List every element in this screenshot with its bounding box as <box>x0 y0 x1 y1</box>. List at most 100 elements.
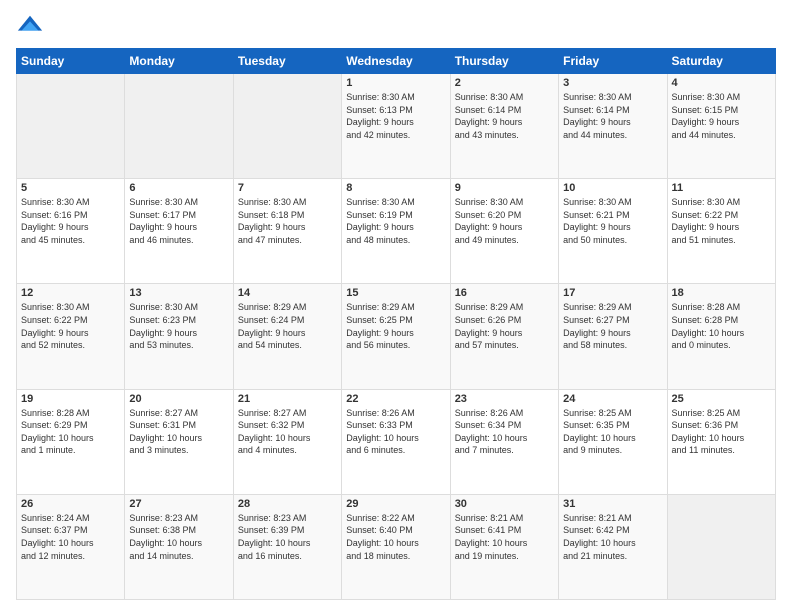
day-number: 14 <box>238 287 337 299</box>
calendar-week-4: 26Sunrise: 8:24 AM Sunset: 6:37 PM Dayli… <box>17 494 776 599</box>
calendar-week-1: 5 Sunrise: 8:30 AM Sunset: 6:16 PM Daylig… <box>17 179 776 284</box>
day-number: 7 <box>238 182 337 194</box>
day-info: Sunrise: 8:30 AM Sunset: 6:23 PM Dayligh… <box>129 301 228 351</box>
day-number: 10 <box>563 182 662 194</box>
weekday-header-row: SundayMondayTuesdayWednesdayThursdayFrid… <box>17 49 776 74</box>
day-info: Sunrise: 8:21 AM Sunset: 6:41 PM Dayligh… <box>455 512 554 562</box>
day-number: 25 <box>672 393 771 405</box>
calendar-week-3: 19 Sunrise: 8:28 AM Sunset: 6:29 PM Dayli… <box>17 389 776 494</box>
day-number: 16 <box>455 287 554 299</box>
day-number: 11 <box>672 182 771 194</box>
calendar-cell: 10 Sunrise: 8:30 AM Sunset: 6:21 PM Dayli… <box>559 179 667 284</box>
day-info: Sunrise: 8:29 AM Sunset: 6:26 PM Dayligh… <box>455 301 554 351</box>
calendar-cell: 21 Sunrise: 8:27 AM Sunset: 6:32 PM Dayli… <box>233 389 341 494</box>
page: SundayMondayTuesdayWednesdayThursdayFrid… <box>0 0 792 612</box>
day-info: Sunrise: 8:29 AM Sunset: 6:25 PM Dayligh… <box>346 301 445 351</box>
day-info: Sunrise: 8:30 AM Sunset: 6:14 PM Dayligh… <box>563 91 662 141</box>
calendar-cell: 14 Sunrise: 8:29 AM Sunset: 6:24 PM Dayli… <box>233 284 341 389</box>
calendar-cell <box>233 74 341 179</box>
day-number: 29 <box>346 498 445 510</box>
weekday-header-wednesday: Wednesday <box>342 49 450 74</box>
calendar-cell: 8 Sunrise: 8:30 AM Sunset: 6:19 PM Daylig… <box>342 179 450 284</box>
day-info: Sunrise: 8:25 AM Sunset: 6:36 PM Dayligh… <box>672 407 771 457</box>
calendar-cell: 23 Sunrise: 8:26 AM Sunset: 6:34 PM Dayli… <box>450 389 558 494</box>
day-number: 6 <box>129 182 228 194</box>
day-info: Sunrise: 8:30 AM Sunset: 6:21 PM Dayligh… <box>563 196 662 246</box>
calendar-cell: 15 Sunrise: 8:29 AM Sunset: 6:25 PM Dayli… <box>342 284 450 389</box>
day-info: Sunrise: 8:27 AM Sunset: 6:31 PM Dayligh… <box>129 407 228 457</box>
day-info: Sunrise: 8:29 AM Sunset: 6:27 PM Dayligh… <box>563 301 662 351</box>
day-number: 9 <box>455 182 554 194</box>
calendar-cell: 17 Sunrise: 8:29 AM Sunset: 6:27 PM Dayli… <box>559 284 667 389</box>
calendar-cell: 30 Sunrise: 8:21 AM Sunset: 6:41 PM Dayli… <box>450 494 558 599</box>
day-number: 24 <box>563 393 662 405</box>
calendar-cell: 28Sunrise: 8:23 AM Sunset: 6:39 PM Dayli… <box>233 494 341 599</box>
calendar-cell: 12 Sunrise: 8:30 AM Sunset: 6:22 PM Dayli… <box>17 284 125 389</box>
day-number: 23 <box>455 393 554 405</box>
day-number: 21 <box>238 393 337 405</box>
calendar-cell: 1 Sunrise: 8:30 AM Sunset: 6:13 PM Daylig… <box>342 74 450 179</box>
calendar-cell: 5 Sunrise: 8:30 AM Sunset: 6:16 PM Daylig… <box>17 179 125 284</box>
calendar-cell: 13 Sunrise: 8:30 AM Sunset: 6:23 PM Dayli… <box>125 284 233 389</box>
calendar-cell: 7 Sunrise: 8:30 AM Sunset: 6:18 PM Daylig… <box>233 179 341 284</box>
header <box>16 12 776 40</box>
day-number: 20 <box>129 393 228 405</box>
calendar-cell <box>17 74 125 179</box>
day-info: Sunrise: 8:30 AM Sunset: 6:22 PM Dayligh… <box>21 301 120 351</box>
weekday-header-friday: Friday <box>559 49 667 74</box>
calendar-cell: 19 Sunrise: 8:28 AM Sunset: 6:29 PM Dayli… <box>17 389 125 494</box>
day-info: Sunrise: 8:30 AM Sunset: 6:13 PM Dayligh… <box>346 91 445 141</box>
day-number: 15 <box>346 287 445 299</box>
day-number: 19 <box>21 393 120 405</box>
calendar-cell: 31Sunrise: 8:21 AM Sunset: 6:42 PM Dayli… <box>559 494 667 599</box>
calendar-cell: 29 Sunrise: 8:22 AM Sunset: 6:40 PM Dayli… <box>342 494 450 599</box>
calendar-cell: 9Sunrise: 8:30 AM Sunset: 6:20 PM Daylig… <box>450 179 558 284</box>
day-number: 1 <box>346 77 445 89</box>
weekday-header-monday: Monday <box>125 49 233 74</box>
calendar-cell: 6Sunrise: 8:30 AM Sunset: 6:17 PM Daylig… <box>125 179 233 284</box>
day-info: Sunrise: 8:30 AM Sunset: 6:19 PM Dayligh… <box>346 196 445 246</box>
logo <box>16 12 48 40</box>
calendar-table: SundayMondayTuesdayWednesdayThursdayFrid… <box>16 48 776 600</box>
calendar-cell: 22 Sunrise: 8:26 AM Sunset: 6:33 PM Dayli… <box>342 389 450 494</box>
day-info: Sunrise: 8:27 AM Sunset: 6:32 PM Dayligh… <box>238 407 337 457</box>
calendar-cell: 25 Sunrise: 8:25 AM Sunset: 6:36 PM Dayli… <box>667 389 775 494</box>
day-number: 8 <box>346 182 445 194</box>
day-number: 31 <box>563 498 662 510</box>
calendar-week-0: 1 Sunrise: 8:30 AM Sunset: 6:13 PM Daylig… <box>17 74 776 179</box>
day-info: Sunrise: 8:30 AM Sunset: 6:22 PM Dayligh… <box>672 196 771 246</box>
day-info: Sunrise: 8:29 AM Sunset: 6:24 PM Dayligh… <box>238 301 337 351</box>
calendar-cell: 2 Sunrise: 8:30 AM Sunset: 6:14 PM Daylig… <box>450 74 558 179</box>
day-info: Sunrise: 8:30 AM Sunset: 6:14 PM Dayligh… <box>455 91 554 141</box>
day-number: 30 <box>455 498 554 510</box>
day-info: Sunrise: 8:23 AM Sunset: 6:38 PM Dayligh… <box>129 512 228 562</box>
day-info: Sunrise: 8:30 AM Sunset: 6:18 PM Dayligh… <box>238 196 337 246</box>
day-info: Sunrise: 8:28 AM Sunset: 6:29 PM Dayligh… <box>21 407 120 457</box>
day-info: Sunrise: 8:30 AM Sunset: 6:16 PM Dayligh… <box>21 196 120 246</box>
day-info: Sunrise: 8:30 AM Sunset: 6:15 PM Dayligh… <box>672 91 771 141</box>
day-info: Sunrise: 8:26 AM Sunset: 6:34 PM Dayligh… <box>455 407 554 457</box>
weekday-header-saturday: Saturday <box>667 49 775 74</box>
day-info: Sunrise: 8:26 AM Sunset: 6:33 PM Dayligh… <box>346 407 445 457</box>
calendar-cell: 11 Sunrise: 8:30 AM Sunset: 6:22 PM Dayli… <box>667 179 775 284</box>
calendar-cell <box>125 74 233 179</box>
calendar-cell: 26Sunrise: 8:24 AM Sunset: 6:37 PM Dayli… <box>17 494 125 599</box>
calendar-cell <box>667 494 775 599</box>
day-number: 17 <box>563 287 662 299</box>
day-number: 13 <box>129 287 228 299</box>
calendar-cell: 4Sunrise: 8:30 AM Sunset: 6:15 PM Daylig… <box>667 74 775 179</box>
calendar-cell: 20 Sunrise: 8:27 AM Sunset: 6:31 PM Dayli… <box>125 389 233 494</box>
weekday-header-sunday: Sunday <box>17 49 125 74</box>
day-number: 2 <box>455 77 554 89</box>
day-number: 22 <box>346 393 445 405</box>
day-number: 27 <box>129 498 228 510</box>
day-info: Sunrise: 8:22 AM Sunset: 6:40 PM Dayligh… <box>346 512 445 562</box>
day-info: Sunrise: 8:23 AM Sunset: 6:39 PM Dayligh… <box>238 512 337 562</box>
weekday-header-tuesday: Tuesday <box>233 49 341 74</box>
day-number: 3 <box>563 77 662 89</box>
day-number: 5 <box>21 182 120 194</box>
day-number: 12 <box>21 287 120 299</box>
calendar-cell: 16 Sunrise: 8:29 AM Sunset: 6:26 PM Dayli… <box>450 284 558 389</box>
day-info: Sunrise: 8:24 AM Sunset: 6:37 PM Dayligh… <box>21 512 120 562</box>
calendar-cell: 27 Sunrise: 8:23 AM Sunset: 6:38 PM Dayli… <box>125 494 233 599</box>
